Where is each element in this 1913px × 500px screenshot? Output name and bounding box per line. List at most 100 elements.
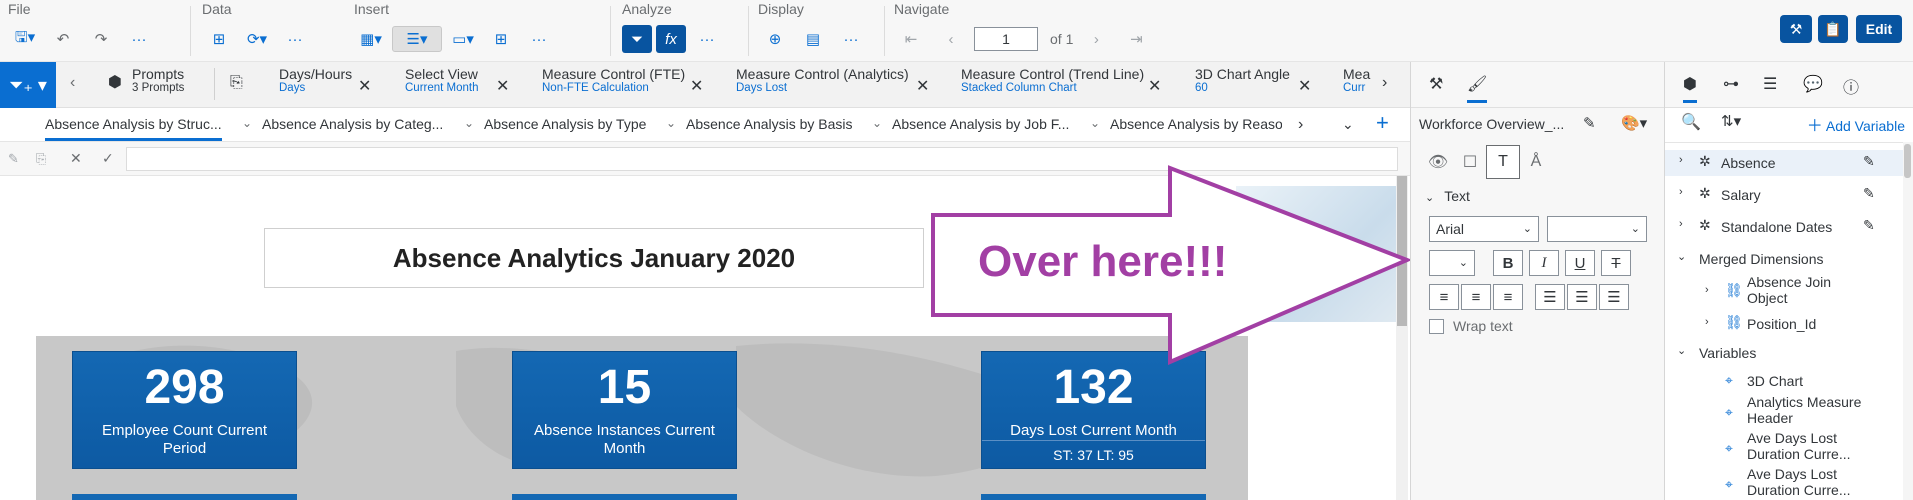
pencil-icon[interactable]: ✎ bbox=[1863, 185, 1875, 202]
tab-absence-type[interactable]: Absence Analysis by Type bbox=[484, 116, 646, 132]
text-section-header[interactable]: ⌄ Text bbox=[1425, 188, 1470, 204]
sort-icon[interactable]: ⇅▾ bbox=[1721, 112, 1741, 130]
tab-absence-structure[interactable]: Absence Analysis by Struc... bbox=[45, 116, 222, 141]
kpi-days-lost[interactable]: 132 Days Lost Current Month ST: 37 LT: 9… bbox=[981, 351, 1206, 469]
insert-more-button[interactable]: ··· bbox=[522, 26, 556, 52]
tools-icon[interactable]: ⚒ bbox=[1780, 15, 1812, 43]
pencil-icon[interactable]: ✎ bbox=[1863, 153, 1875, 170]
prompt-measure-trend[interactable]: Measure Control (Trend Line) Stacked Col… bbox=[961, 66, 1144, 106]
chevron-down-icon[interactable]: ⌄ bbox=[242, 116, 252, 130]
text-format-icon[interactable]: T bbox=[1486, 145, 1520, 179]
pencil-icon[interactable]: ✎ bbox=[1863, 217, 1875, 234]
data-objects-icon[interactable]: ⬢ bbox=[1683, 74, 1697, 103]
add-tab-icon[interactable]: + bbox=[1376, 110, 1389, 136]
prompt-days-hours[interactable]: Days/Hours Days bbox=[279, 66, 352, 106]
refresh-icon[interactable]: ⟳▾ bbox=[240, 26, 274, 52]
chevron-down-icon[interactable]: ⌄ bbox=[872, 116, 882, 130]
save-icon[interactable]: 🖫▾ bbox=[8, 26, 42, 52]
input-controls-icon[interactable]: ⎘ bbox=[230, 74, 243, 92]
tree-item-salary[interactable]: › ✲ Salary ✎ bbox=[1665, 182, 1903, 208]
comments-icon[interactable]: 💬 bbox=[1803, 74, 1823, 94]
palette-icon[interactable]: 🎨▾ bbox=[1621, 114, 1647, 132]
align-right-icon[interactable]: ≡ bbox=[1493, 284, 1523, 310]
last-page-icon[interactable]: ⇥ bbox=[1119, 26, 1153, 52]
valign-middle-icon[interactable]: ☰ bbox=[1567, 284, 1597, 310]
tree-item-variable[interactable]: ⌖ Ave Days Lost Duration Curre... bbox=[1665, 430, 1903, 464]
tree-merged-dimensions[interactable]: ⌄ Merged Dimensions bbox=[1665, 246, 1903, 272]
kpi-employee-count[interactable]: 298 Employee Count Current Period bbox=[72, 351, 297, 469]
prompt-measure-analytics[interactable]: Measure Control (Analytics) Days Lost bbox=[736, 66, 909, 106]
wrap-text-checkbox[interactable] bbox=[1429, 319, 1444, 334]
pencil-icon[interactable]: ✎ bbox=[1583, 114, 1596, 132]
outline-scrollbar[interactable] bbox=[1903, 142, 1913, 500]
font-size-select[interactable]: ⌄ bbox=[1547, 216, 1647, 242]
filter-icon[interactable]: ⏷ bbox=[622, 25, 652, 53]
prompt-measure-fte[interactable]: Measure Control (FTE) Non-FTE Calculatio… bbox=[542, 66, 685, 106]
tab-absence-category[interactable]: Absence Analysis by Categ... bbox=[262, 116, 443, 132]
tree-item-standalone-dates[interactable]: › ✲ Standalone Dates ✎ bbox=[1665, 214, 1903, 240]
prompt-3d-angle[interactable]: 3D Chart Angle 60 bbox=[1195, 66, 1290, 106]
bold-button[interactable]: B bbox=[1493, 250, 1523, 276]
tab-absence-basis[interactable]: Absence Analysis by Basis bbox=[686, 116, 853, 132]
prompt-select-view[interactable]: Select View Current Month bbox=[405, 66, 479, 106]
hierarchy-icon[interactable]: ⊶ bbox=[1723, 74, 1739, 94]
data-more-button[interactable]: ··· bbox=[278, 26, 312, 52]
tree-variables[interactable]: ⌄ Variables bbox=[1665, 340, 1903, 366]
data-grid-icon[interactable]: ⊞ bbox=[202, 26, 236, 52]
add-variable-button[interactable]: ＋ Add Variable bbox=[1807, 112, 1905, 136]
tab-absence-reason[interactable]: Absence Analysis by Reaso bbox=[1110, 116, 1282, 132]
insert-chart-icon[interactable]: ☰▾ bbox=[392, 26, 442, 52]
insert-cell-icon[interactable]: ▭▾ bbox=[446, 26, 480, 52]
page-number-input[interactable]: 1 bbox=[974, 27, 1038, 51]
formula-editor-icon[interactable]: ⎘ bbox=[36, 151, 46, 167]
redo-icon[interactable]: ↷ bbox=[84, 26, 118, 52]
scrollbar-thumb[interactable] bbox=[1904, 144, 1911, 178]
clipboard-icon[interactable]: 📋 bbox=[1818, 15, 1848, 43]
pencil-icon[interactable]: ✎ bbox=[8, 151, 19, 167]
appearance-icon[interactable]: Å bbox=[1519, 145, 1553, 179]
next-page-icon[interactable]: › bbox=[1079, 26, 1113, 52]
chevron-down-icon[interactable]: ⌄ bbox=[666, 116, 676, 130]
valign-bottom-icon[interactable]: ☰ bbox=[1599, 284, 1629, 310]
tab-list-icon[interactable]: ⌄ bbox=[1342, 116, 1354, 133]
prompt-measure-truncated[interactable]: Mea Curr bbox=[1343, 66, 1373, 106]
edit-button[interactable]: Edit bbox=[1856, 15, 1902, 43]
text-color-select[interactable]: ⌄ bbox=[1429, 250, 1475, 276]
tools-icon[interactable]: ⚒ bbox=[1429, 74, 1443, 94]
strikethrough-button[interactable]: T bbox=[1601, 250, 1631, 276]
kpi-absence-instances[interactable]: 15 Absence Instances Current Month bbox=[512, 351, 737, 469]
validate-icon[interactable]: ✓ bbox=[102, 150, 114, 167]
tree-item-variable[interactable]: ⌖ Ave Days Lost Duration Curre... bbox=[1665, 466, 1903, 500]
tree-item-absence[interactable]: › ✲ Absence ✎ bbox=[1665, 150, 1903, 176]
insert-table-icon[interactable]: ▦▾ bbox=[354, 26, 388, 52]
first-page-icon[interactable]: ⇤ bbox=[894, 26, 928, 52]
info-icon[interactable]: ⓘ bbox=[1843, 74, 1859, 98]
border-icon[interactable]: ☐ bbox=[1453, 145, 1487, 179]
list-icon[interactable]: ☰ bbox=[1763, 74, 1777, 94]
undo-icon[interactable]: ↶ bbox=[46, 26, 80, 52]
tree-item-absence-join[interactable]: › ⛓ Absence Join Object bbox=[1665, 274, 1903, 308]
formula-icon[interactable]: fx bbox=[656, 25, 686, 53]
prev-page-icon[interactable]: ‹ bbox=[934, 26, 968, 52]
zoom-icon[interactable]: ⊕ bbox=[758, 26, 792, 52]
filter-bar-toggle[interactable]: ⏷₊ ▾ bbox=[0, 62, 56, 108]
cancel-icon[interactable]: ✕ bbox=[70, 150, 82, 167]
font-family-select[interactable]: Arial ⌄ bbox=[1429, 216, 1539, 242]
underline-button[interactable]: U bbox=[1565, 250, 1595, 276]
italic-button[interactable]: I bbox=[1529, 250, 1559, 276]
visibility-icon[interactable]: 👁 bbox=[1421, 145, 1455, 179]
chevron-down-icon[interactable]: ⌄ bbox=[1090, 116, 1100, 130]
format-brush-icon[interactable]: 🖌 bbox=[1467, 74, 1488, 103]
tree-item-variable[interactable]: ⌖ 3D Chart bbox=[1665, 370, 1903, 392]
tab-absence-job[interactable]: Absence Analysis by Job F... bbox=[892, 116, 1069, 132]
scroll-left-icon[interactable]: ‹ bbox=[70, 74, 75, 92]
analyze-more-button[interactable]: ··· bbox=[690, 26, 724, 52]
chevron-down-icon[interactable]: ⌄ bbox=[464, 116, 474, 130]
display-more-button[interactable]: ··· bbox=[834, 26, 868, 52]
insert-grid-icon[interactable]: ⊞ bbox=[484, 26, 518, 52]
align-center-icon[interactable]: ≡ bbox=[1461, 284, 1491, 310]
layout-icon[interactable]: ▤ bbox=[796, 26, 830, 52]
scroll-right-icon[interactable]: › bbox=[1382, 74, 1387, 92]
valign-top-icon[interactable]: ☰ bbox=[1535, 284, 1565, 310]
search-icon[interactable]: 🔍 bbox=[1681, 112, 1701, 132]
